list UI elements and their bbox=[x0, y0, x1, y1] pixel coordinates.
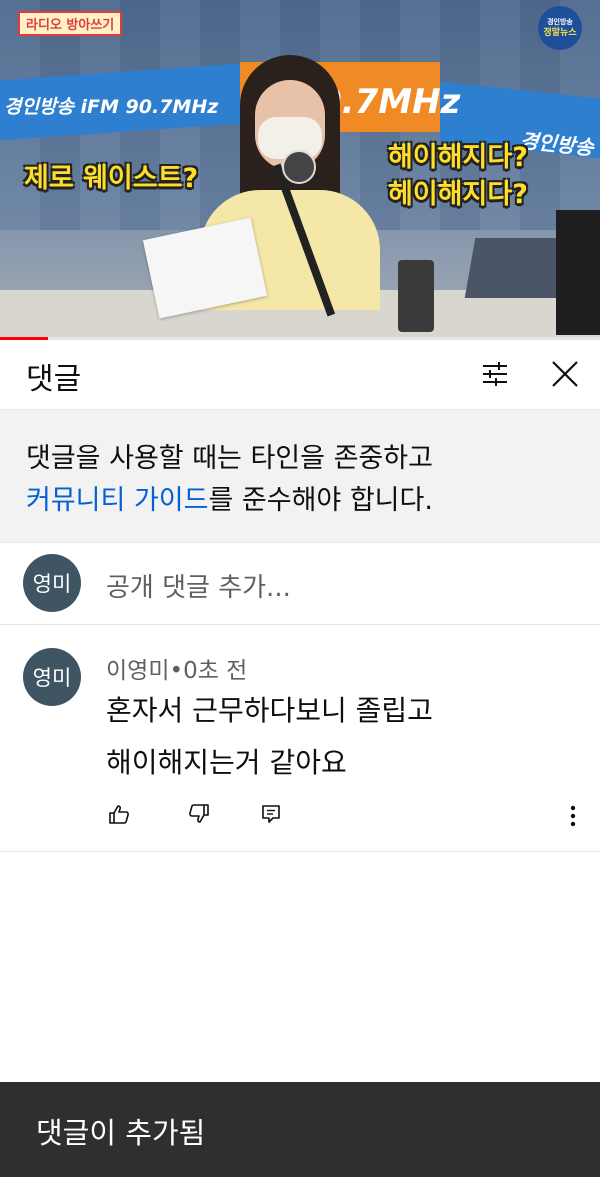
avatar: 영미 bbox=[23, 554, 81, 612]
comments-title: 댓글 bbox=[26, 362, 82, 397]
notice-text: 댓글을 사용할 때는 타인을 존중하고커뮤니티 가이드를 준수해야 합니다. bbox=[26, 438, 586, 522]
reply-icon bbox=[262, 805, 280, 823]
channel-logo: 경인방송 정말뉴스 bbox=[538, 6, 582, 50]
comment-more-button[interactable] bbox=[560, 801, 586, 831]
comment-body-line-1: 혼자서 근무하다보니 졸립고 bbox=[106, 694, 433, 727]
snackbar-text: 댓글이 추가됨 bbox=[36, 1116, 206, 1150]
video-player[interactable]: 경인방송 iFM 90.7MHz 0.7MHz 경인방송 제로 웨이스트? 해이… bbox=[0, 0, 600, 340]
thumbs-up-icon bbox=[109, 805, 129, 824]
caption-right-1: 해이해지다? bbox=[388, 142, 528, 173]
channel-logo-bottom: 정말뉴스 bbox=[543, 28, 577, 38]
reply-button[interactable] bbox=[256, 799, 286, 829]
more-vertical-icon bbox=[570, 805, 576, 827]
community-guidelines-link[interactable]: 커뮤니티 가이드 bbox=[26, 485, 208, 516]
comment-meta: 이영미•0초 전 bbox=[106, 651, 247, 685]
close-icon bbox=[552, 361, 578, 387]
comment-body: 혼자서 근무하다보니 졸립고 해이해지는거 같아요 bbox=[106, 685, 566, 789]
filter-button[interactable] bbox=[473, 352, 517, 396]
comment-time: 0초 전 bbox=[183, 658, 248, 684]
like-button[interactable] bbox=[104, 799, 134, 829]
notice-text-after: 를 준수해야 합니다. bbox=[208, 485, 433, 516]
close-button[interactable] bbox=[543, 352, 587, 396]
channel-logo-top: 경인방송 bbox=[547, 18, 573, 26]
comment-item: 영미 이영미•0초 전 혼자서 근무하다보니 졸립고 해이해지는거 같아요 bbox=[0, 625, 600, 852]
thumbs-down-icon bbox=[189, 804, 209, 823]
audio-console bbox=[464, 238, 571, 298]
community-guidelines-notice: 댓글을 사용할 때는 타인을 존중하고커뮤니티 가이드를 준수해야 합니다. bbox=[0, 410, 600, 543]
caption-left: 제로 웨이스트? bbox=[24, 163, 199, 194]
caption-right-2: 헤이해지다? bbox=[388, 179, 528, 210]
dislike-button[interactable] bbox=[184, 799, 214, 829]
comment-separator: • bbox=[169, 658, 184, 684]
comment-author: 이영미 bbox=[106, 658, 170, 684]
tumbler bbox=[398, 260, 434, 332]
sliders-icon bbox=[483, 362, 507, 386]
banner-left-text: 경인방송 iFM 90.7MHz bbox=[4, 96, 219, 118]
microphone-icon bbox=[282, 150, 316, 184]
monitor bbox=[556, 210, 600, 335]
comments-header: 댓글 bbox=[0, 340, 600, 410]
program-tag: 라디오 방아쓰기 bbox=[18, 11, 123, 36]
add-comment-input[interactable]: 공개 댓글 추가... bbox=[106, 567, 291, 604]
add-comment-row[interactable]: 영미 공개 댓글 추가... bbox=[0, 543, 600, 625]
comment-avatar[interactable]: 영미 bbox=[23, 648, 81, 706]
snackbar: 댓글이 추가됨 bbox=[0, 1082, 600, 1177]
comment-body-line-2: 해이해지는거 같아요 bbox=[106, 746, 347, 779]
notice-text-before: 댓글을 사용할 때는 타인을 존중하고 bbox=[26, 443, 433, 474]
